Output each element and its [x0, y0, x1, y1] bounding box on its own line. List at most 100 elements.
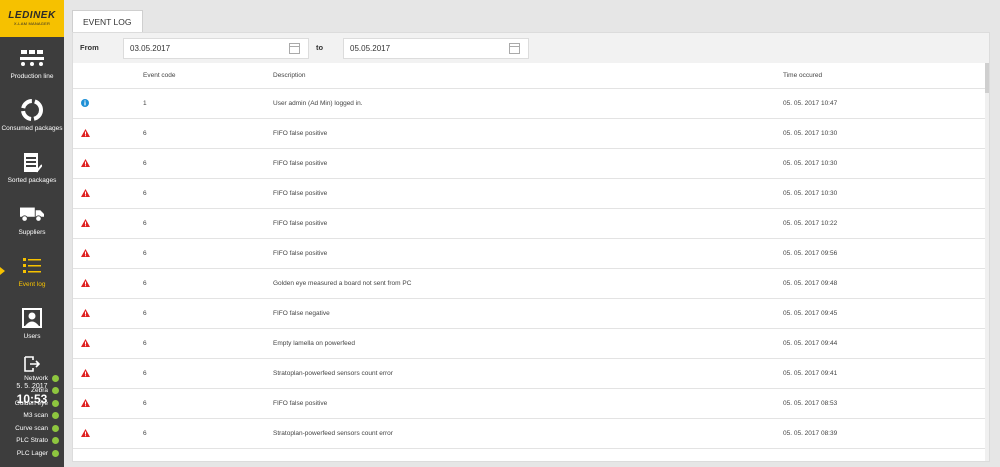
warning-icon	[81, 218, 90, 227]
from-date-field[interactable]: 03.05.2017	[123, 38, 309, 59]
status-curve-scan: Curve scan	[0, 422, 64, 435]
table-row[interactable]: 1 User admin (Ad Min) logged in. 05. 05. 2…	[73, 89, 989, 119]
event-description: Stratoplan-powerfeed sensors count error	[273, 430, 393, 437]
tab-event-log[interactable]: EVENT LOG	[72, 10, 143, 32]
scrollbar[interactable]	[985, 63, 989, 461]
list-icon	[20, 254, 44, 278]
event-code: 6	[143, 400, 147, 407]
event-description: FIFO false positive	[273, 400, 328, 407]
status-label: Network	[24, 374, 48, 382]
status-plc-lager: PLC Lager	[0, 447, 64, 460]
event-time: 05. 05. 2017 10:47	[783, 100, 838, 107]
sidebar-item-label: Suppliers	[18, 229, 46, 236]
table-row[interactable]: 6 Stratoplan-powerfeed sensors count erro…	[73, 359, 989, 389]
brand-name: LEDINEK	[8, 10, 56, 21]
user-icon	[20, 306, 44, 330]
status-ok-icon	[52, 412, 59, 420]
active-indicator	[0, 267, 5, 275]
status-m3-scan: M3 scan	[0, 410, 64, 423]
header-description[interactable]: Description	[273, 72, 783, 79]
sidebar-item-sorted-packages[interactable]: Sorted packages	[0, 141, 64, 193]
brand-logo: LEDINEK X-LAM MANAGER	[0, 0, 64, 37]
sidebar-item-label: Consumed packages	[1, 125, 63, 132]
table-body: 1 User admin (Ad Min) logged in. 05. 05. 2…	[73, 89, 989, 449]
to-label: to	[316, 43, 324, 52]
event-code: 1	[143, 100, 147, 107]
sidebar-item-consumed-packages[interactable]: Consumed packages	[0, 89, 64, 141]
sidebar-item-production-line[interactable]: Production line	[0, 37, 64, 89]
event-description: FIFO false negative	[273, 310, 330, 317]
event-log-panel: From 03.05.2017 to 05.05.2017 Event code…	[72, 32, 990, 462]
table-row[interactable]: 6 Golden eye measured a board not sent fr…	[73, 269, 989, 299]
warning-icon	[81, 188, 90, 197]
sidebar-item-users[interactable]: Users	[0, 297, 64, 349]
event-code: 6	[143, 190, 147, 197]
warning-icon	[81, 158, 90, 167]
event-code: 6	[143, 160, 147, 167]
status-zebra: Zebra	[0, 385, 64, 398]
calendar-icon[interactable]	[289, 43, 300, 54]
status-golden-eye: Golden eye	[0, 397, 64, 410]
table-row[interactable]: 6 FIFO false negative 05. 05. 2017 09:45	[73, 299, 989, 329]
calendar-icon[interactable]	[509, 43, 520, 54]
from-date-value: 03.05.2017	[130, 44, 171, 53]
table-row[interactable]: 6 FIFO false positive 05. 05. 2017 09:56	[73, 239, 989, 269]
event-time: 05. 05. 2017 08:39	[783, 430, 838, 437]
table-row[interactable]: 6 FIFO false positive 05. 05. 2017 08:53	[73, 389, 989, 419]
to-date-value: 05.05.2017	[350, 44, 391, 53]
date-filter-bar: From 03.05.2017 to 05.05.2017	[73, 33, 989, 63]
logout-icon	[24, 356, 40, 372]
consumed-packages-icon	[20, 98, 44, 122]
event-time: 05. 05. 2017 09:41	[783, 370, 838, 377]
header-event-code[interactable]: Event code	[143, 72, 273, 79]
status-label: PLC Lager	[16, 449, 48, 457]
event-description: Stratoplan-powerfeed sensors count error	[273, 370, 393, 377]
truck-icon	[20, 202, 44, 226]
status-ok-icon	[52, 387, 59, 395]
table-row[interactable]: 6 Empty lamella on powerfeed 05. 05. 2017 …	[73, 329, 989, 359]
sidebar-item-label: Users	[23, 333, 41, 340]
warning-icon	[81, 368, 90, 377]
warning-icon	[81, 278, 90, 287]
event-time: 05. 05. 2017 08:53	[783, 400, 838, 407]
event-description: Golden eye measured a board not sent fro…	[273, 280, 412, 287]
table-row[interactable]: 6 FIFO false positive 05. 05. 2017 10:22	[73, 209, 989, 239]
to-date-field[interactable]: 05.05.2017	[343, 38, 529, 59]
event-description: FIFO false positive	[273, 190, 328, 197]
sidebar-item-event-log[interactable]: Event log	[0, 245, 64, 297]
status-label: PLC Strato	[16, 437, 48, 445]
from-label: From	[80, 43, 99, 52]
event-description: FIFO false positive	[273, 130, 328, 137]
event-description: FIFO false positive	[273, 250, 328, 257]
warning-icon	[81, 248, 90, 257]
production-line-icon	[20, 46, 44, 70]
scrollbar-thumb[interactable]	[985, 63, 989, 93]
event-code: 6	[143, 310, 147, 317]
table-row[interactable]: 6 FIFO false positive 05. 05. 2017 10:30	[73, 149, 989, 179]
event-table: Event code Description Time occured 1 Use…	[73, 63, 989, 461]
event-time: 05. 05. 2017 09:44	[783, 340, 838, 347]
event-code: 6	[143, 250, 147, 257]
status-label: Curve scan	[15, 424, 48, 432]
event-description: User admin (Ad Min) logged in.	[273, 100, 363, 107]
header-time-occured[interactable]: Time occured	[783, 72, 983, 79]
sidebar-item-label: Event log	[18, 281, 46, 288]
table-row[interactable]: 6 Stratoplan-powerfeed sensors count erro…	[73, 419, 989, 449]
brand-subtitle: X-LAM MANAGER	[13, 21, 51, 26]
event-time: 05. 05. 2017 10:30	[783, 130, 838, 137]
status-ok-icon	[52, 437, 59, 445]
event-code: 6	[143, 280, 147, 287]
event-time: 05. 05. 2017 10:30	[783, 160, 838, 167]
status-network: Network	[0, 372, 64, 385]
table-row[interactable]: 6 FIFO false positive 05. 05. 2017 10:30	[73, 179, 989, 209]
table-row[interactable]: 6 FIFO false positive 05. 05. 2017 10:30	[73, 119, 989, 149]
event-time: 05. 05. 2017 09:48	[783, 280, 838, 287]
warning-icon	[81, 428, 90, 437]
sidebar-item-label: Sorted packages	[7, 177, 57, 184]
event-time: 05. 05. 2017 10:22	[783, 220, 838, 227]
event-code: 6	[143, 220, 147, 227]
event-time: 05. 05. 2017 09:56	[783, 250, 838, 257]
status-ok-icon	[52, 374, 59, 382]
sidebar-item-suppliers[interactable]: Suppliers	[0, 193, 64, 245]
status-label: M3 scan	[23, 412, 48, 420]
